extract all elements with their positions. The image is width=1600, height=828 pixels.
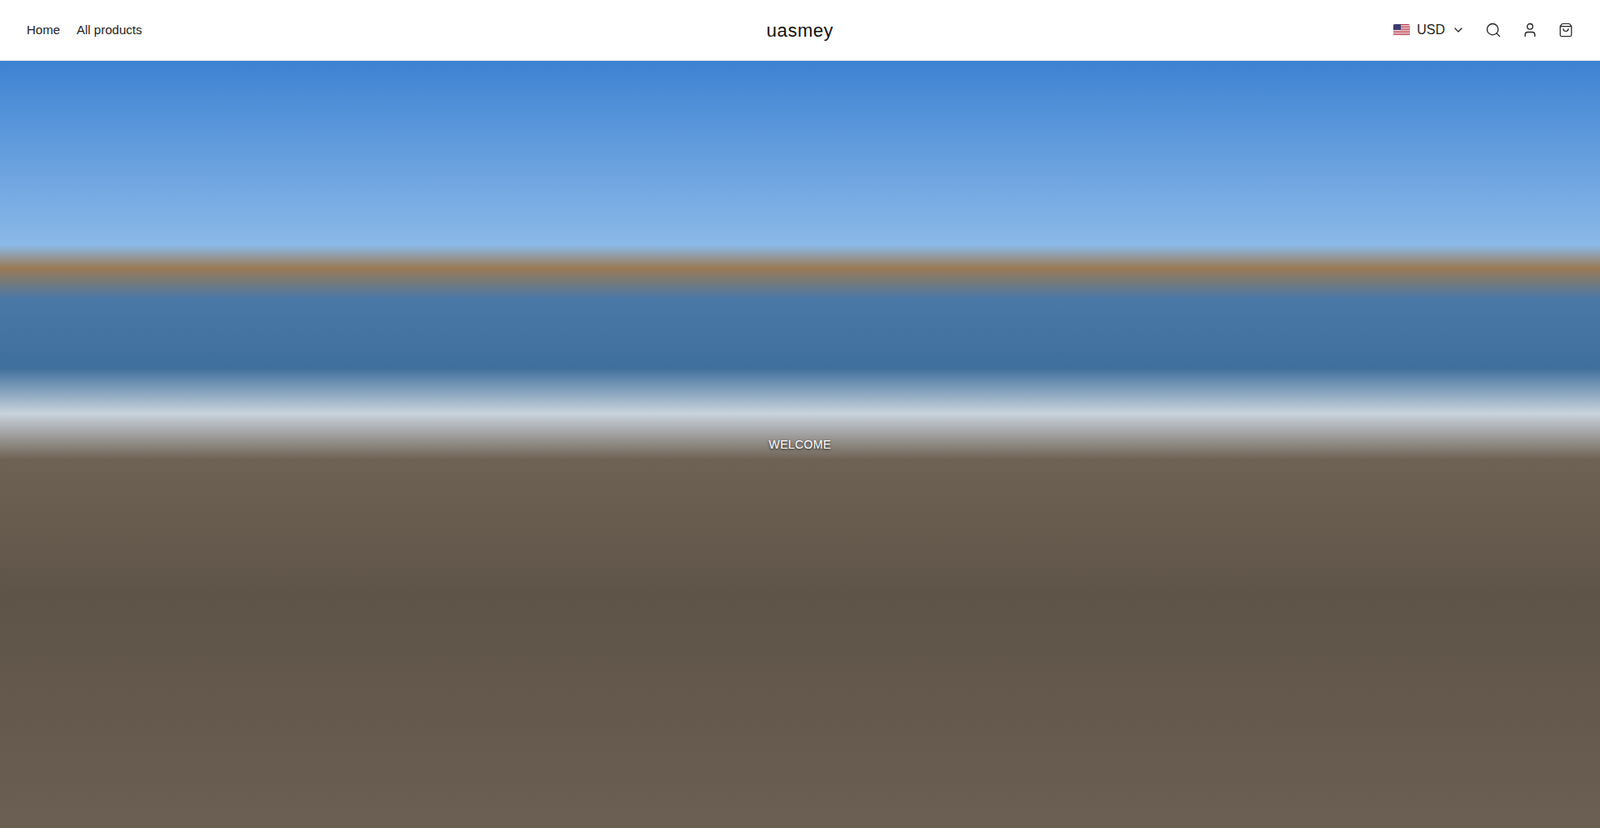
- hero-text: WELCOME: [762, 432, 839, 457]
- search-icon: [1485, 21, 1502, 39]
- nav-link[interactable]: Home: [26, 20, 60, 40]
- account-button[interactable]: [1521, 21, 1539, 39]
- hero-banner: WELCOME: [0, 60, 1600, 828]
- us-flag-icon: [1393, 24, 1410, 36]
- logo[interactable]: uasmey: [766, 16, 834, 45]
- search-button[interactable]: [1485, 21, 1502, 39]
- chevron-down-icon: [1451, 23, 1465, 37]
- header: Home All products uasmey USD: [0, 0, 1600, 61]
- currency-selector[interactable]: USD: [1393, 20, 1465, 40]
- header-actions: USD: [833, 20, 1574, 40]
- user-icon: [1521, 21, 1539, 39]
- bag-icon: [1558, 22, 1574, 38]
- cart-button[interactable]: [1558, 22, 1574, 38]
- page: Home All products uasmey USD WELCOME: [0, 0, 1600, 828]
- nav-link[interactable]: All products: [76, 20, 142, 40]
- main-nav: Home All products: [26, 20, 767, 40]
